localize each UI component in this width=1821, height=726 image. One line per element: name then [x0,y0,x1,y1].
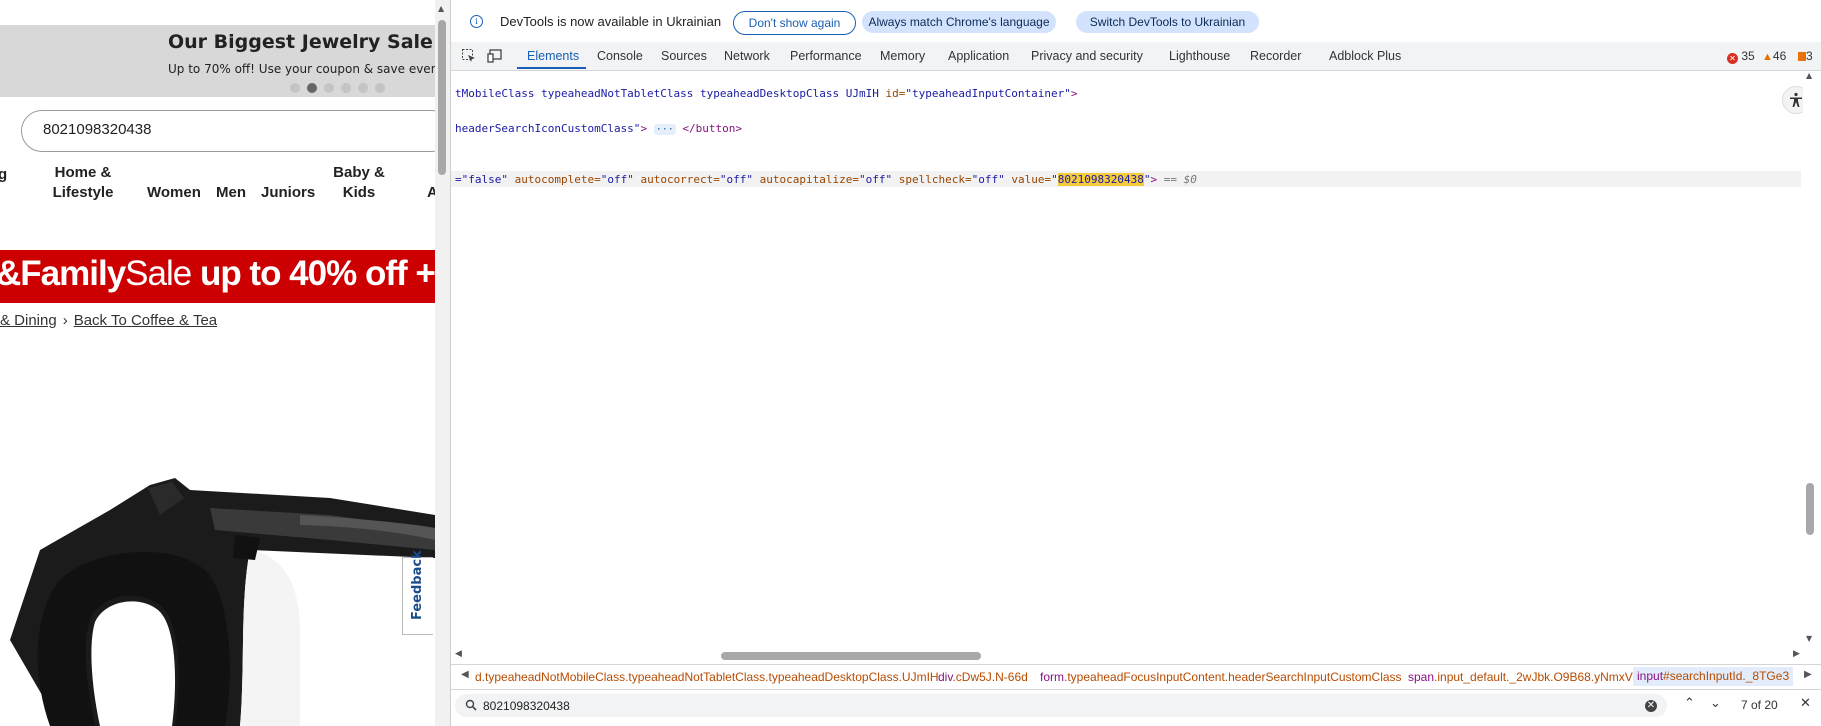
nav-item-women[interactable]: Women [147,183,201,203]
warning-icon: ▲ [1762,51,1773,63]
error-count: 35 [1741,49,1755,63]
webpage-vertical-scrollbar[interactable]: ▲ [435,0,450,726]
clear-search-icon[interactable]: ✕ [1645,700,1657,712]
breadcrumb-dining-link[interactable]: & Dining [0,312,57,329]
breadcrumb-typeahead-div[interactable]: d.typeaheadNotMobileClass.typeaheadNotTa… [475,670,939,684]
scrollbar-thumb[interactable] [1806,483,1814,535]
dom-search-value: 8021098320438 [483,699,570,713]
tab-lighthouse[interactable]: Lighthouse [1169,49,1230,63]
dom-breadcrumb-bar: ◀ d.typeaheadNotMobileClass.typeaheadNot… [451,664,1821,690]
carousel-dot[interactable] [341,83,351,93]
nav-item-juniors[interactable]: Juniors [261,183,315,203]
scroll-up-arrow-icon[interactable]: ▲ [1806,71,1812,80]
site-search-input[interactable]: 8021098320438 [21,110,435,152]
language-infobar: i DevTools is now available in Ukrainian… [451,0,1821,43]
friends-family-sale-banner[interactable]: &FamilySale up to 40% off + [0,250,435,303]
breadcrumb-div[interactable]: div.cDw5J.N-66d [938,670,1028,684]
tab-application[interactable]: Application [948,49,1009,63]
product-breadcrumb: & Dining › Back To Coffee & Tea [0,312,217,329]
carousel-dot[interactable] [324,83,334,93]
error-counter[interactable]: ✕ 35 [1727,49,1755,64]
feedback-tab[interactable]: Feedback [402,550,433,635]
issues-counter[interactable]: 3 [1798,49,1813,63]
nav-item-partial-right[interactable]: A [427,183,435,203]
jewelry-sale-banner[interactable]: Our Biggest Jewelry Sale Of The Up to 70… [0,25,435,97]
product-image-coffee-maker [10,478,435,726]
expand-ellipsis-button[interactable]: ··· [653,124,676,135]
dom-search-input[interactable]: 8021098320438 ✕ [455,694,1667,717]
devtools-panel: i DevTools is now available in Ukrainian… [450,0,1821,726]
devtools-tab-bar: Elements Console Sources Network Perform… [451,42,1821,71]
elements-vertical-scrollbar[interactable]: ▲ ▼ [1803,71,1817,646]
device-toolbar-icon[interactable] [487,48,503,64]
tab-recorder[interactable]: Recorder [1250,49,1301,63]
search-icon [465,699,477,711]
issues-count: 3 [1806,49,1813,63]
tab-memory[interactable]: Memory [880,49,925,63]
breadcrumb-scroll-right-icon[interactable]: ▶ [1804,669,1812,680]
breadcrumb-scroll-left-icon[interactable]: ◀ [461,669,469,680]
tab-elements[interactable]: Elements [527,49,579,63]
scroll-down-arrow-icon[interactable]: ▼ [1806,634,1812,643]
breadcrumb-coffee-tea-link[interactable]: Back To Coffee & Tea [74,312,217,329]
carousel-dot[interactable] [358,83,368,93]
warning-count: 46 [1772,49,1787,63]
tab-sources[interactable]: Sources [661,49,707,63]
warning-counter[interactable]: ▲46 [1762,49,1786,63]
inspect-element-icon[interactable] [461,48,477,64]
banner-subtitle: Up to 70% off! Use your coupon & save ev… [168,62,435,76]
infobar-message: DevTools is now available in Ukrainian [500,14,722,29]
nav-item-men[interactable]: Men [216,183,246,203]
carousel-dot[interactable] [375,83,385,93]
scrollbar-thumb[interactable] [438,20,446,175]
breadcrumb-input-selected[interactable]: input#searchInputId._8TGe3 [1633,667,1794,686]
carousel-dot[interactable] [290,83,300,93]
scroll-right-arrow-icon[interactable]: ▶ [1793,649,1800,659]
tab-privacy-security[interactable]: Privacy and security [1031,49,1143,63]
breadcrumb-form[interactable]: form.typeaheadFocusInputContent.headerSe… [1040,670,1402,684]
tab-network[interactable]: Network [724,49,770,63]
close-search-icon[interactable]: ✕ [1800,696,1811,711]
dont-show-again-button[interactable]: Don't show again [733,11,856,35]
promo-sale-text: Sale [125,254,192,293]
promo-bold-text: &Family [0,254,126,293]
nav-item-baby-kids[interactable]: Baby & Kids [330,163,388,203]
dom-node-search-button[interactable]: headerSearchIconCustomClass"> ··· </butt… [455,122,742,135]
always-match-language-button[interactable]: Always match Chrome's language [862,11,1056,33]
switch-to-ukrainian-button[interactable]: Switch DevTools to Ukrainian [1076,11,1259,33]
tab-console[interactable]: Console [597,49,643,63]
active-tab-indicator [517,67,586,69]
issues-icon [1798,52,1806,61]
tab-adblock-plus[interactable]: Adblock Plus [1329,49,1401,63]
scroll-left-arrow-icon[interactable]: ◀ [455,649,462,659]
dom-search-bar: 8021098320438 ✕ ⌃ ⌄ 7 of 20 ✕ [451,690,1821,722]
next-match-icon[interactable]: ⌄ [1710,696,1721,711]
error-icon: ✕ [1727,53,1738,64]
breadcrumb-span[interactable]: span.input_default._2wJbk.O9B68.yNmxV [1408,670,1633,684]
scroll-up-arrow-icon[interactable]: ▲ [438,4,444,13]
site-search-value: 8021098320438 [43,121,152,138]
accessibility-icon [1790,92,1802,107]
elements-horizontal-scrollbar[interactable]: ◀ ▶ [451,648,1803,662]
banner-title: Our Biggest Jewelry Sale Of The [168,31,435,53]
match-count: 7 of 20 [1741,698,1778,712]
dom-node-typeahead-container[interactable]: tMobileClass typeaheadNotTabletClass typ… [455,87,1078,100]
promo-discount-text: up to 40% off + [191,254,435,293]
info-icon: i [470,15,483,28]
webpage-viewport: Our Biggest Jewelry Sale Of The Up to 70… [0,0,435,726]
elements-dom-tree: tMobileClass typeaheadNotTabletClass typ… [451,71,1806,651]
dom-node-search-input-selected[interactable]: ="false" autocomplete="off" autocorrect=… [455,173,1197,186]
chevron-right-icon: › [62,312,68,329]
nav-item-partial[interactable]: g [0,165,7,185]
feedback-label: Feedback [410,550,425,620]
carousel-dot-active[interactable] [307,83,317,93]
scrollbar-thumb[interactable] [721,652,981,660]
previous-match-icon[interactable]: ⌃ [1684,696,1695,711]
search-match-highlight: 8021098320438 [1057,173,1144,186]
tab-performance[interactable]: Performance [790,49,862,63]
nav-item-home-lifestyle[interactable]: Home & Lifestyle [48,163,118,203]
